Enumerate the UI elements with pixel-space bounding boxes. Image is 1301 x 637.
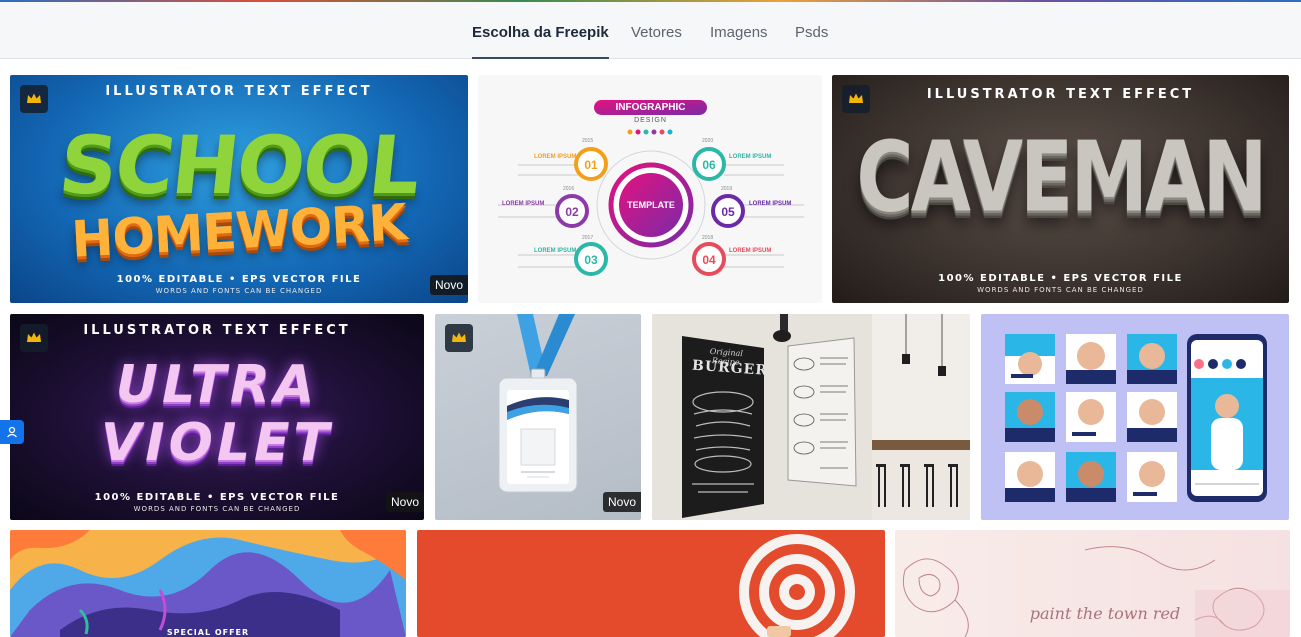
effect-title: ILLUSTRATOR TEXT EFFECT bbox=[105, 84, 373, 99]
resource-card-infographic[interactable]: INFOGRAPHIC DESIGN TEMPLATE 01 02 03 04 … bbox=[478, 75, 822, 303]
step-06: 06 bbox=[702, 158, 716, 172]
tab-imagens[interactable]: Imagens bbox=[710, 2, 768, 59]
sub-text-words: WORDS AND FONTS CAN BE CHANGED bbox=[977, 286, 1144, 294]
side-user-button[interactable] bbox=[0, 420, 24, 444]
infographic-title: INFOGRAPHIC bbox=[615, 102, 686, 113]
user-icon bbox=[7, 426, 17, 438]
caveman-text: CAVEMAN bbox=[856, 121, 1267, 235]
new-badge: Novo bbox=[602, 492, 641, 512]
tab-bar: Escolha da Freepik Vetores Imagens Psds bbox=[0, 2, 1301, 59]
sub-text-editable: 100% EDITABLE • EPS VECTOR FILE bbox=[94, 492, 340, 503]
lorem-label: LOREM IPSUM bbox=[502, 201, 545, 207]
tab-escolha-da-freepik[interactable]: Escolha da Freepik bbox=[472, 2, 609, 59]
new-badge: Novo bbox=[429, 275, 468, 295]
resource-card-target[interactable] bbox=[417, 530, 885, 637]
resource-card-school-homework[interactable]: ILLUSTRATOR TEXT EFFECT SCHOOL HOMEWORK … bbox=[10, 75, 468, 303]
year-label: 2015 bbox=[582, 138, 594, 144]
floral-script-text: paint the town red bbox=[1029, 604, 1181, 623]
crown-icon bbox=[452, 332, 466, 342]
resource-card-burger-menu-mockup[interactable]: Original Recipe BURGER bbox=[652, 314, 970, 520]
resource-card-floral[interactable]: paint the town red bbox=[895, 530, 1290, 637]
year-label: 2020 bbox=[702, 138, 714, 144]
paper-cut-illustration bbox=[10, 530, 406, 637]
special-offer-label: SPECIAL OFFER bbox=[166, 628, 250, 637]
sub-text-words: WORDS AND FONTS CAN BE CHANGED bbox=[155, 287, 323, 295]
tab-psds[interactable]: Psds bbox=[795, 2, 828, 59]
resource-card-instagram-posts[interactable] bbox=[981, 314, 1289, 520]
year-label: 2016 bbox=[563, 186, 575, 192]
lorem-label: LOREM IPSUM bbox=[729, 154, 772, 160]
tab-vetores[interactable]: Vetores bbox=[631, 2, 682, 59]
premium-badge bbox=[445, 324, 473, 352]
violet-text: VIOLET bbox=[101, 413, 333, 473]
resource-card-id-badge-mockup[interactable]: Novo bbox=[435, 314, 641, 520]
sub-text-editable: 100% EDITABLE • EPS VECTOR FILE bbox=[116, 274, 362, 285]
resource-card-ultra-violet[interactable]: ILLUSTRATOR TEXT EFFECT ULTRA VIOLET 100… bbox=[10, 314, 424, 520]
sub-text-words: WORDS AND FONTS CAN BE CHANGED bbox=[133, 505, 301, 513]
burger-menu-photo bbox=[652, 314, 970, 520]
infographic-center-label: TEMPLATE bbox=[627, 200, 675, 210]
lorem-label: LOREM IPSUM bbox=[749, 201, 792, 207]
instagram-posts-illustration bbox=[1005, 334, 1267, 502]
effect-title: ILLUSTRATOR TEXT EFFECT bbox=[926, 87, 1195, 102]
infographic-subtitle: DESIGN bbox=[634, 117, 667, 124]
new-badge: Novo bbox=[385, 492, 424, 512]
target-illustration bbox=[739, 534, 855, 637]
ultra-text: ULTRA bbox=[115, 355, 319, 415]
year-label: 2018 bbox=[702, 235, 714, 241]
year-label: 2019 bbox=[721, 186, 733, 192]
step-05: 05 bbox=[721, 205, 735, 219]
lorem-label: LOREM IPSUM bbox=[729, 248, 772, 254]
sub-text-editable: 100% EDITABLE • EPS VECTOR FILE bbox=[938, 273, 1183, 284]
step-01: 01 bbox=[584, 158, 598, 172]
lorem-label: LOREM IPSUM bbox=[534, 154, 577, 160]
step-03: 03 bbox=[584, 253, 598, 267]
effect-title: ILLUSTRATOR TEXT EFFECT bbox=[83, 323, 351, 338]
step-04: 04 bbox=[702, 253, 716, 267]
year-label: 2017 bbox=[582, 235, 594, 241]
lorem-label: LOREM IPSUM bbox=[534, 248, 577, 254]
step-02: 02 bbox=[565, 205, 579, 219]
resource-card-caveman[interactable]: ILLUSTRATOR TEXT EFFECT CAVEMAN 100% EDI… bbox=[832, 75, 1289, 303]
resource-card-special-offer[interactable]: SPECIAL OFFER bbox=[10, 530, 406, 637]
